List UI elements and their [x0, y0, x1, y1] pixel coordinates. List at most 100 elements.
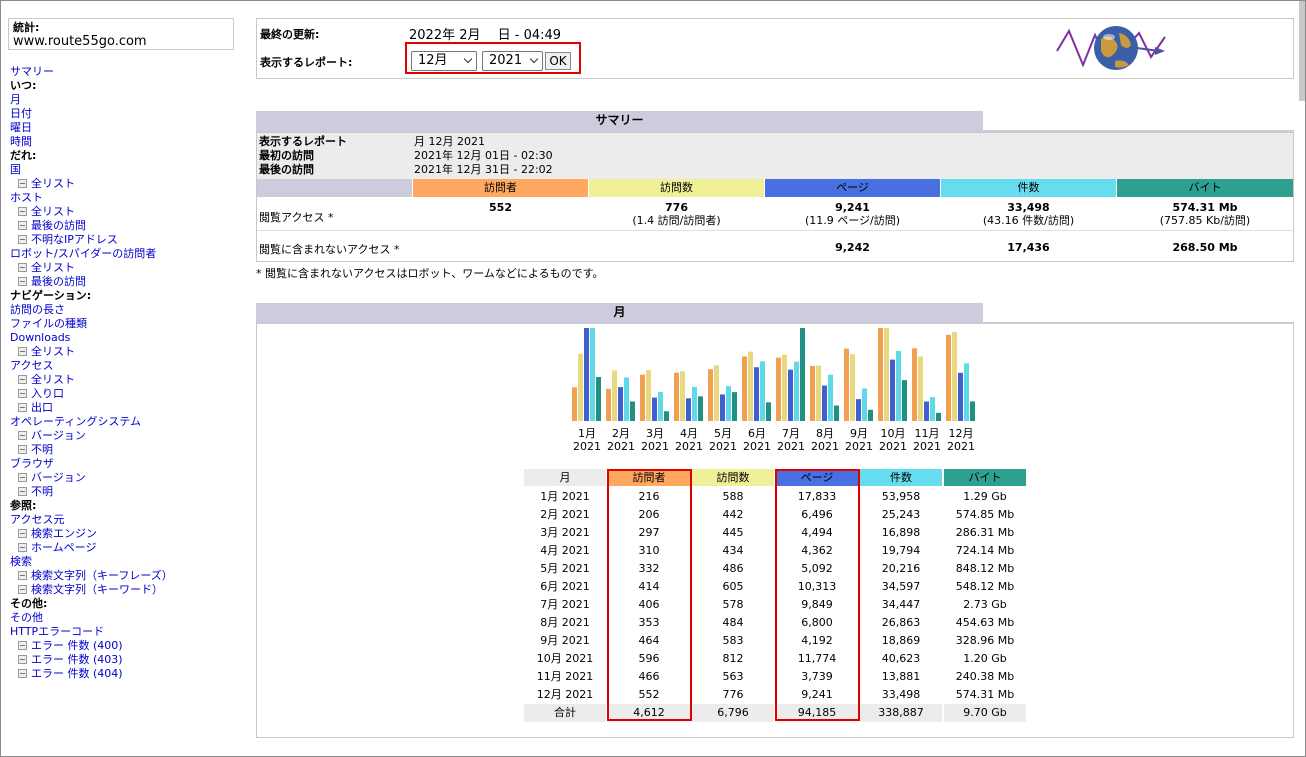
sidebar-item[interactable]: エラー 件数 (404) — [10, 667, 240, 681]
sidebar-item[interactable]: アクセス元 — [10, 513, 240, 527]
sidebar-item[interactable]: オペレーティングシステム — [10, 415, 240, 429]
last-visit-key: 最後の訪問 — [259, 163, 314, 176]
sidebar-item[interactable]: 出口 — [10, 401, 240, 415]
sidebar-item-label: バージョン — [31, 429, 86, 442]
sidebar-menu: サマリー いつ: 月日付 曜日 時間 だれ: 国全リスト ホスト 全リスト 最後の訪問 不明なIPア… — [10, 65, 240, 681]
table-cell: 40,623 — [881, 652, 921, 665]
table-cell: 724.14 Mb — [955, 544, 1015, 557]
sidebar-item-label: アクセス — [10, 359, 54, 372]
sidebar-item[interactable]: ロボット/スパイダーの訪問者 — [10, 247, 240, 261]
table-cell: 605 — [722, 580, 744, 593]
table-cell: 11月 2021 — [536, 670, 594, 683]
sidebar-item[interactable]: 月 — [10, 93, 240, 107]
sidebar-item[interactable]: 検索文字列（キーフレーズ） — [10, 569, 240, 583]
chart-bar — [862, 388, 867, 421]
sidebar-item-label: 検索文字列（キーフレーズ） — [31, 569, 173, 582]
sidebar-item-label: 出口 — [31, 401, 53, 414]
visitors-highlight-box — [607, 469, 692, 721]
sidebar-item[interactable]: 最後の訪問 — [10, 275, 240, 289]
sidebar-item[interactable]: 不明 — [10, 485, 240, 499]
not-viewed-row-label: 閲覧に含まれないアクセス * — [259, 243, 400, 256]
summary-subvalue: (1.4 訪問/訪問者) — [632, 214, 721, 227]
sidebar-item[interactable]: 入り口 — [10, 387, 240, 401]
sidebar-item[interactable]: 全リスト — [10, 345, 240, 359]
site-stat-box: 統計: www.route55go.com — [8, 18, 234, 50]
chart-bar — [844, 348, 849, 421]
table-cell: 7月 2021 — [540, 598, 590, 611]
sidebar-item-label: 全リスト — [31, 345, 75, 358]
sidebar-item[interactable]: 時間 — [10, 135, 240, 149]
hits-header: 件数 — [941, 179, 1116, 197]
list-square-icon — [18, 207, 27, 216]
table-cell: 588 — [722, 490, 744, 503]
table-cell: 10月 2021 — [536, 652, 594, 665]
sidebar-item[interactable]: バージョン — [10, 429, 240, 443]
sidebar-item[interactable]: 全リスト — [10, 177, 240, 191]
sidebar-item[interactable]: 不明なIPアドレス — [10, 233, 240, 247]
sidebar-item[interactable]: エラー 件数 (400) — [10, 639, 240, 653]
sidebar-item[interactable]: 検索 — [10, 555, 240, 569]
list-square-icon — [18, 543, 27, 552]
sidebar-item[interactable]: 検索エンジン — [10, 527, 240, 541]
month-select[interactable]: 12月 — [411, 51, 477, 71]
chart-bar — [912, 348, 917, 421]
sidebar-item: 参照: — [10, 499, 240, 513]
sidebar-item[interactable]: 全リスト — [10, 205, 240, 219]
chart-month-label: 3月 — [646, 427, 664, 440]
chart-bar — [776, 357, 781, 421]
sidebar-item[interactable]: 曜日 — [10, 121, 240, 135]
sidebar-item-label: ロボット/スパイダーの訪問者 — [10, 247, 157, 260]
month-section-header: 月 — [256, 303, 983, 322]
sidebar-item[interactable]: 全リスト — [10, 261, 240, 275]
sidebar-item[interactable]: その他 — [10, 611, 240, 625]
summary-subvalue: (43.16 件数/訪問) — [982, 214, 1075, 227]
sidebar-item[interactable]: 訪問の長さ — [10, 303, 240, 317]
sidebar-item[interactable]: サマリー — [10, 65, 240, 79]
sidebar-item[interactable]: ホームページ — [10, 541, 240, 555]
visitors-header: 訪問者 — [413, 179, 588, 197]
sidebar-item[interactable]: HTTPエラーコード — [10, 625, 240, 639]
table-cell: 583 — [722, 634, 744, 647]
list-square-icon — [18, 389, 27, 398]
chart-bar — [692, 386, 697, 421]
ok-button[interactable]: OK — [545, 52, 571, 70]
chart-bar — [596, 377, 601, 421]
sidebar-item[interactable]: Downloads — [10, 331, 240, 345]
pages-highlight-box — [775, 469, 860, 721]
table-total-cell: 9.70 Gb — [944, 704, 1026, 722]
year-select[interactable]: 2021 — [482, 51, 543, 71]
list-square-icon — [18, 263, 27, 272]
sidebar-item[interactable]: 日付 — [10, 107, 240, 121]
table-cell: 34,597 — [881, 580, 921, 593]
sidebar-item[interactable]: ブラウザ — [10, 457, 240, 471]
sidebar-item[interactable]: ホスト — [10, 191, 240, 205]
sidebar-item[interactable]: 不明 — [10, 443, 240, 457]
chart-bar — [918, 356, 923, 421]
vertical-scrollbar[interactable] — [1299, 1, 1305, 101]
summary-blank-header — [257, 179, 412, 197]
sidebar-item: だれ: — [10, 149, 240, 163]
sidebar-item-label: ブラウザ — [10, 457, 54, 470]
sidebar-item[interactable]: 検索文字列（キーワード） — [10, 583, 240, 597]
sidebar-item[interactable]: 最後の訪問 — [10, 219, 240, 233]
chart-month-label: 7月 — [782, 427, 800, 440]
table-cell: 16,898 — [881, 526, 921, 539]
sidebar-item[interactable]: アクセス — [10, 359, 240, 373]
list-square-icon — [18, 473, 27, 482]
sidebar-item[interactable]: バージョン — [10, 471, 240, 485]
sidebar-item[interactable]: 全リスト — [10, 373, 240, 387]
chart-bar — [816, 365, 821, 421]
first-visit-key: 最初の訪問 — [259, 149, 314, 162]
table-cell: 2.73 Gb — [963, 598, 1007, 611]
sidebar-item[interactable]: エラー 件数 (403) — [10, 653, 240, 667]
sidebar-item[interactable]: ファイルの種類 — [10, 317, 240, 331]
summary-value: 776 — [665, 201, 688, 214]
chart-bar — [698, 396, 703, 421]
list-square-icon — [18, 403, 27, 412]
sidebar-item[interactable]: 国 — [10, 163, 240, 177]
first-visit-value: 2021年 12月 01日 - 02:30 — [414, 149, 553, 162]
table-cell: 240.38 Mb — [955, 670, 1015, 683]
table-header: 件数 — [860, 469, 942, 486]
summary-cell: 776 (1.4 訪問/訪問者) — [589, 201, 764, 227]
chart-bar — [652, 397, 657, 421]
